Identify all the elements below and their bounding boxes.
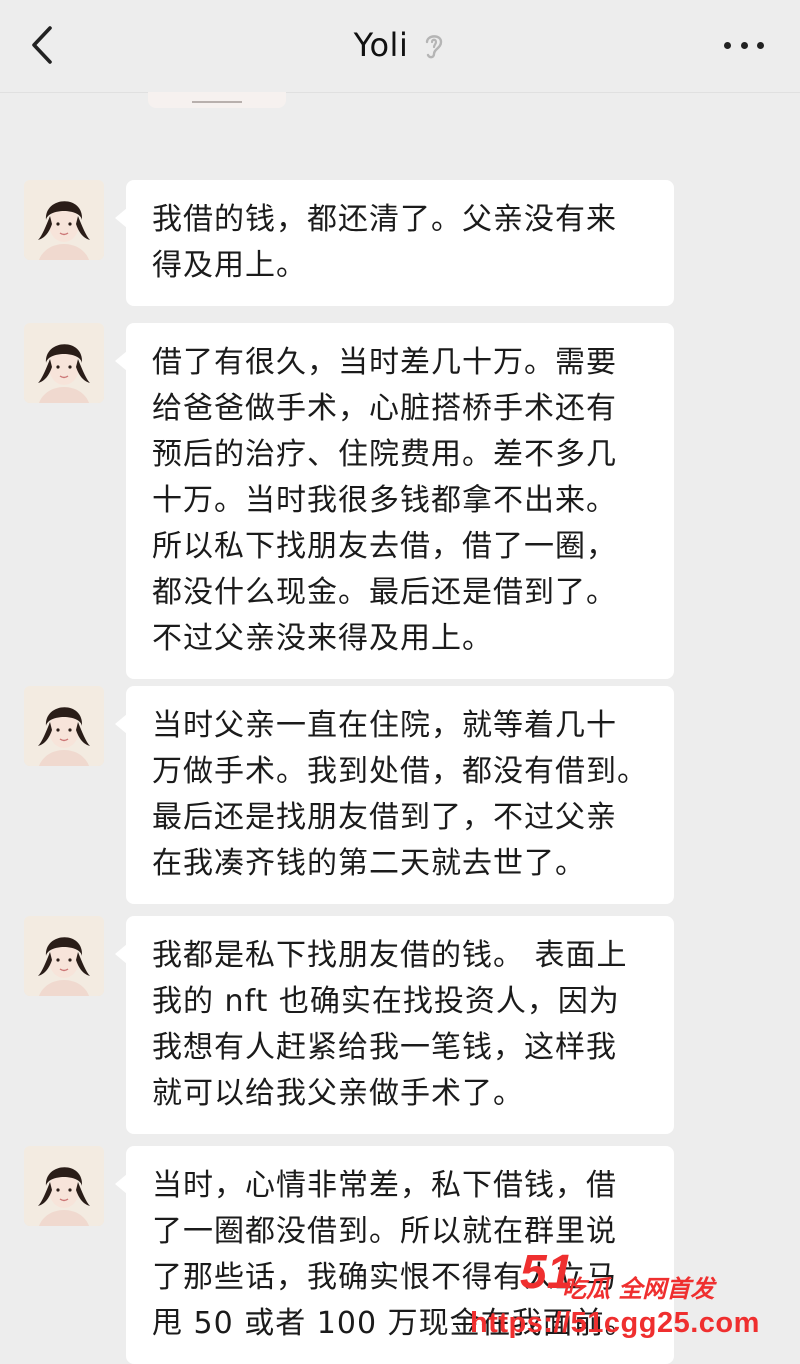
ear-icon [426,35,443,59]
message-text-line: 所以私下找朋友去借，借了一圈， [152,529,617,564]
avatar-image [24,323,104,403]
message-bubble[interactable]: 当时，心情非常差，私下借钱，借 了一圈都没借到。所以就在群里说 了那些话，我确实恨不… [115,1146,674,1364]
message-text-line: 给爸爸做手术，心脏搭桥手术还有 [152,391,617,426]
avatar[interactable] [24,686,104,766]
message-text-line: 当时，心情非常差，私下借钱，借 [152,1168,617,1203]
message-text-line: 我的 nft 也确实在找投资人，因为 [152,984,620,1019]
message-text-line: 了那些话，我确实恨不得有人立马 [152,1260,617,1295]
message-bubble[interactable]: 当时父亲一直在住院，就等着几十 万做手术。我到处借，都没有借到。 最后还是找朋友借到… [115,686,674,904]
message-bubble[interactable]: 我都是私下找朋友借的钱。 表面上 我的 nft 也确实在找投资人，因为 我想有人赶紧… [115,916,674,1134]
message-text-line: 预后的治疗、住院费用。差不多几 [152,437,617,472]
avatar[interactable] [24,323,104,403]
message-text-line: 我想有人赶紧给我一笔钱，这样我 [152,1030,617,1065]
message-text-line: 十万。当时我很多钱都拿不出来。 [152,483,617,518]
message-text-line: 万做手术。我到处借，都没有借到。 [152,754,648,789]
avatar-image [24,1146,104,1226]
message-text-line: 在我凑齐钱的第二天就去世了。 [152,846,586,881]
avatar-image [24,180,104,260]
more-options-button[interactable] [724,35,764,55]
ellipsis-icon-dot [740,41,748,49]
message-bubble[interactable]: 我借的钱，都还清了。父亲没有来 得及用上。 [115,180,674,306]
message-text-line: 我都是私下找朋友借的钱。 表面上 [152,938,628,973]
message-bubble[interactable]: 借了有很久，当时差几十万。需要 给爸爸做手术，心脏搭桥手术还有 预后的治疗、住院费用… [115,323,674,679]
message-text-line: 了一圈都没借到。所以就在群里说 [152,1214,617,1249]
previous-message-fragment [148,92,286,108]
ellipsis-icon-dot [757,41,764,49]
message-text-line: 不过父亲没来得及用上。 [152,621,493,656]
message-text-line: 甩 50 或者 100 万现金在我面前。 [152,1306,636,1341]
avatar[interactable] [24,1146,104,1226]
message-text-line: 最后还是找朋友借到了，不过父亲 [152,800,617,835]
avatar[interactable] [24,180,104,260]
chat-title-group: Yoli [0,22,800,68]
ellipsis-icon-dot [724,41,731,49]
avatar[interactable] [24,916,104,996]
chat-header: Yoli [0,0,800,93]
message-text-line: 借了有很久，当时差几十万。需要 [152,345,617,380]
avatar-image [24,916,104,996]
message-text-line: 当时父亲一直在住院，就等着几十 [152,708,617,743]
message-text-line: 得及用上。 [152,248,307,283]
message-text-line: 就可以给我父亲做手术了。 [152,1076,524,1111]
message-text-line: 我借的钱，都还清了。父亲没有来 [152,202,617,237]
message-text-line: 都没什么现金。最后还是借到了。 [152,575,617,610]
chat-title: Yoli [353,26,409,64]
avatar-image [24,686,104,766]
